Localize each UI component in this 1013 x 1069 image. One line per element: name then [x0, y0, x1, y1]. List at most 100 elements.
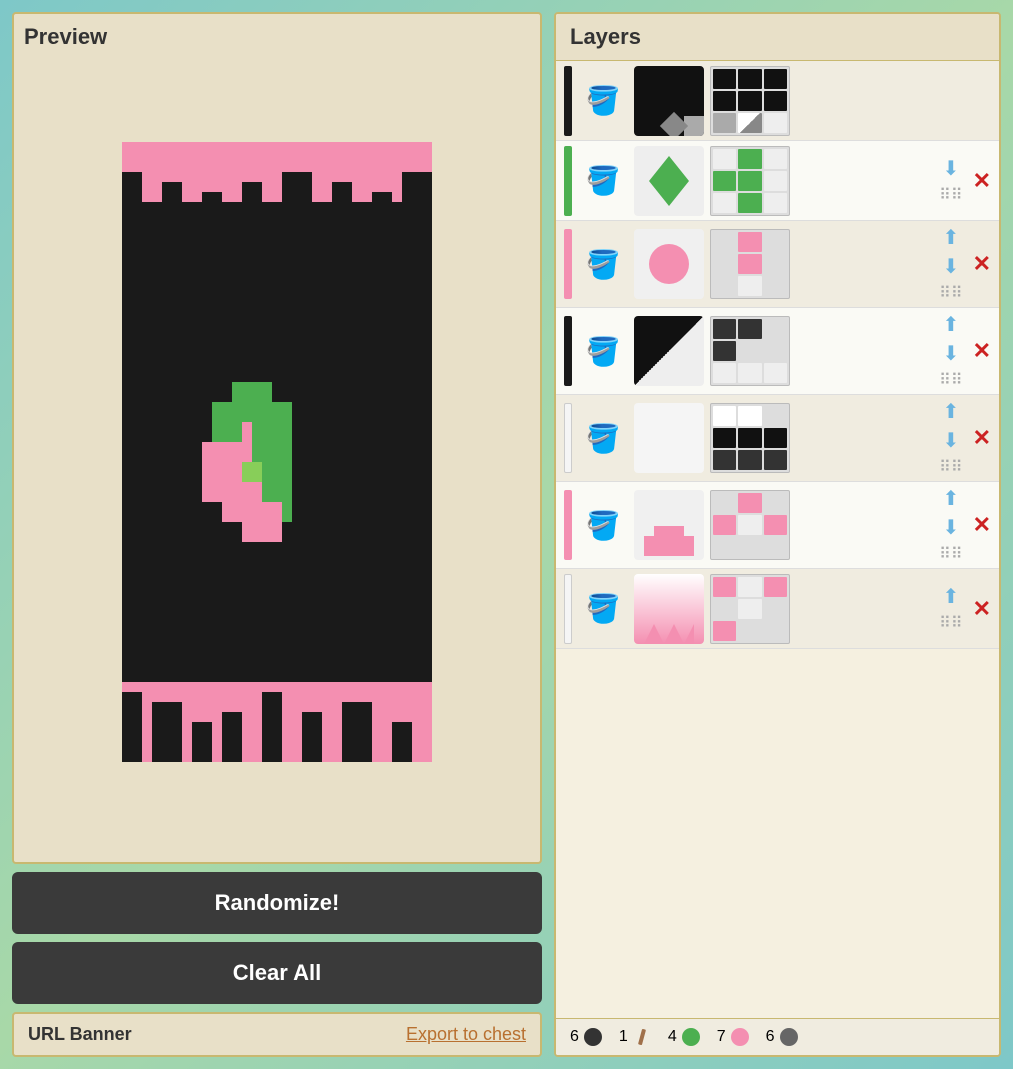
pink-dye-icon — [730, 1027, 750, 1047]
grid-cell — [764, 515, 787, 535]
layer-row: 🪣 — [556, 61, 999, 141]
layer-controls: ⬆ ⬇ ⠿⠿ — [939, 312, 962, 390]
banner-svg — [122, 142, 432, 762]
gray-dye-icon — [779, 1027, 799, 1047]
move-up-button[interactable]: ⬆ — [942, 399, 959, 424]
move-down-button[interactable]: ⬇ — [942, 341, 959, 366]
grid-cell — [713, 406, 736, 426]
grid-cell — [738, 515, 761, 535]
grid-cell — [713, 599, 736, 619]
grid-cell — [764, 621, 787, 641]
delete-layer-button[interactable]: ✕ — [973, 251, 991, 277]
layer-stripe — [564, 146, 572, 216]
move-up-button[interactable]: ⬆ — [942, 486, 959, 511]
layers-list: 🪣 � — [556, 61, 999, 1018]
grid-cell — [738, 149, 761, 169]
layer-pattern — [634, 490, 704, 560]
drag-handle[interactable]: ⠿⠿ — [939, 457, 962, 477]
grid-cell — [764, 363, 787, 383]
layer-icon: 🪣 — [578, 239, 628, 289]
grid-cell — [713, 171, 736, 191]
grid-cell — [738, 621, 761, 641]
drag-handle[interactable]: ⠿⠿ — [939, 544, 962, 564]
diamond-svg — [644, 151, 694, 211]
move-up-button[interactable]: ⬆ — [942, 225, 959, 250]
preview-box: Preview — [12, 12, 542, 864]
move-down-button[interactable]: ⬇ — [942, 515, 959, 540]
layer-grid — [710, 574, 790, 644]
grid-cell — [764, 113, 787, 133]
drag-handle[interactable]: ⠿⠿ — [939, 283, 962, 303]
grid-cell — [738, 537, 761, 557]
grid-cell — [764, 149, 787, 169]
grid-cell — [764, 493, 787, 513]
layer-controls: ⬆ ⬇ ⠿⠿ — [939, 486, 962, 564]
grid-cell — [713, 537, 736, 557]
delete-layer-button[interactable]: ✕ — [973, 425, 991, 451]
grid-cell — [764, 319, 787, 339]
grid-cell — [764, 537, 787, 557]
drag-handle[interactable]: ⠿⠿ — [939, 613, 962, 633]
delete-layer-button[interactable]: ✕ — [973, 596, 991, 622]
grid-cell — [713, 69, 736, 89]
grid-cell — [764, 341, 787, 361]
grid-cell — [713, 149, 736, 169]
layer-icon: 🪣 — [578, 584, 628, 634]
drag-handle[interactable]: ⠿⠿ — [939, 185, 962, 205]
layer-grid — [710, 146, 790, 216]
move-up-button[interactable]: ⬆ — [942, 312, 959, 337]
move-down-button[interactable]: ⬇ — [942, 254, 959, 279]
grid-cell — [764, 577, 787, 597]
layer-pattern — [634, 316, 704, 386]
layer-stripe — [564, 403, 572, 473]
grid-cell — [713, 319, 736, 339]
move-down-button[interactable]: ⬇ — [942, 156, 959, 181]
layer-pattern — [634, 574, 704, 644]
move-down-button[interactable]: ⬇ — [942, 428, 959, 453]
export-to-chest-link[interactable]: Export to chest — [406, 1024, 526, 1045]
layers-title: Layers — [556, 14, 999, 61]
layer-grid — [710, 66, 790, 136]
clear-all-button[interactable]: Clear All — [12, 942, 542, 1004]
grid-cell — [713, 341, 736, 361]
layer-row: 🪣 — [556, 482, 999, 569]
left-panel: Preview — [12, 12, 542, 1057]
layer-row: 🪣 ⬆ — [556, 221, 999, 308]
url-banner-label: URL Banner — [28, 1024, 132, 1045]
grid-cell — [738, 363, 761, 383]
layer-grid — [710, 403, 790, 473]
grid-cell — [713, 493, 736, 513]
grid-cell — [764, 276, 787, 296]
layer-icon: 🪣 — [578, 413, 628, 463]
grid-cell — [713, 91, 736, 111]
mat-count: 1 — [619, 1028, 628, 1046]
layer-row: 🪣 ⬆ ⬇ ⠿⠿ ✕ — [556, 308, 999, 395]
grid-cell — [738, 493, 761, 513]
mat-count: 7 — [717, 1028, 726, 1046]
layer-stripe — [564, 490, 572, 560]
grid-cell — [738, 450, 761, 470]
material-stick-count: 1 — [619, 1027, 652, 1047]
drag-handle[interactable]: ⠿⠿ — [939, 370, 962, 390]
grid-cell — [738, 406, 761, 426]
grid-cell — [713, 276, 736, 296]
layer-grid — [710, 490, 790, 560]
grid-cell — [764, 193, 787, 213]
grid-cell — [764, 171, 787, 191]
grid-cell — [764, 599, 787, 619]
delete-layer-button[interactable]: ✕ — [973, 512, 991, 538]
preview-title: Preview — [24, 24, 530, 50]
delete-layer-button[interactable]: ✕ — [973, 168, 991, 194]
layer-icon: 🪣 — [578, 76, 628, 126]
layer-icon: 🪣 — [578, 326, 628, 376]
randomize-button[interactable]: Randomize! — [12, 872, 542, 934]
layer-grid — [710, 316, 790, 386]
delete-layer-button[interactable]: ✕ — [973, 338, 991, 364]
move-up-button[interactable]: ⬆ — [942, 584, 959, 609]
grid-cell — [713, 515, 736, 535]
grid-cell — [764, 91, 787, 111]
grid-cell — [713, 450, 736, 470]
grid-cell — [738, 341, 761, 361]
material-gray-count: 6 — [766, 1027, 799, 1047]
layer-controls: ⬇ ⠿⠿ — [939, 156, 962, 205]
